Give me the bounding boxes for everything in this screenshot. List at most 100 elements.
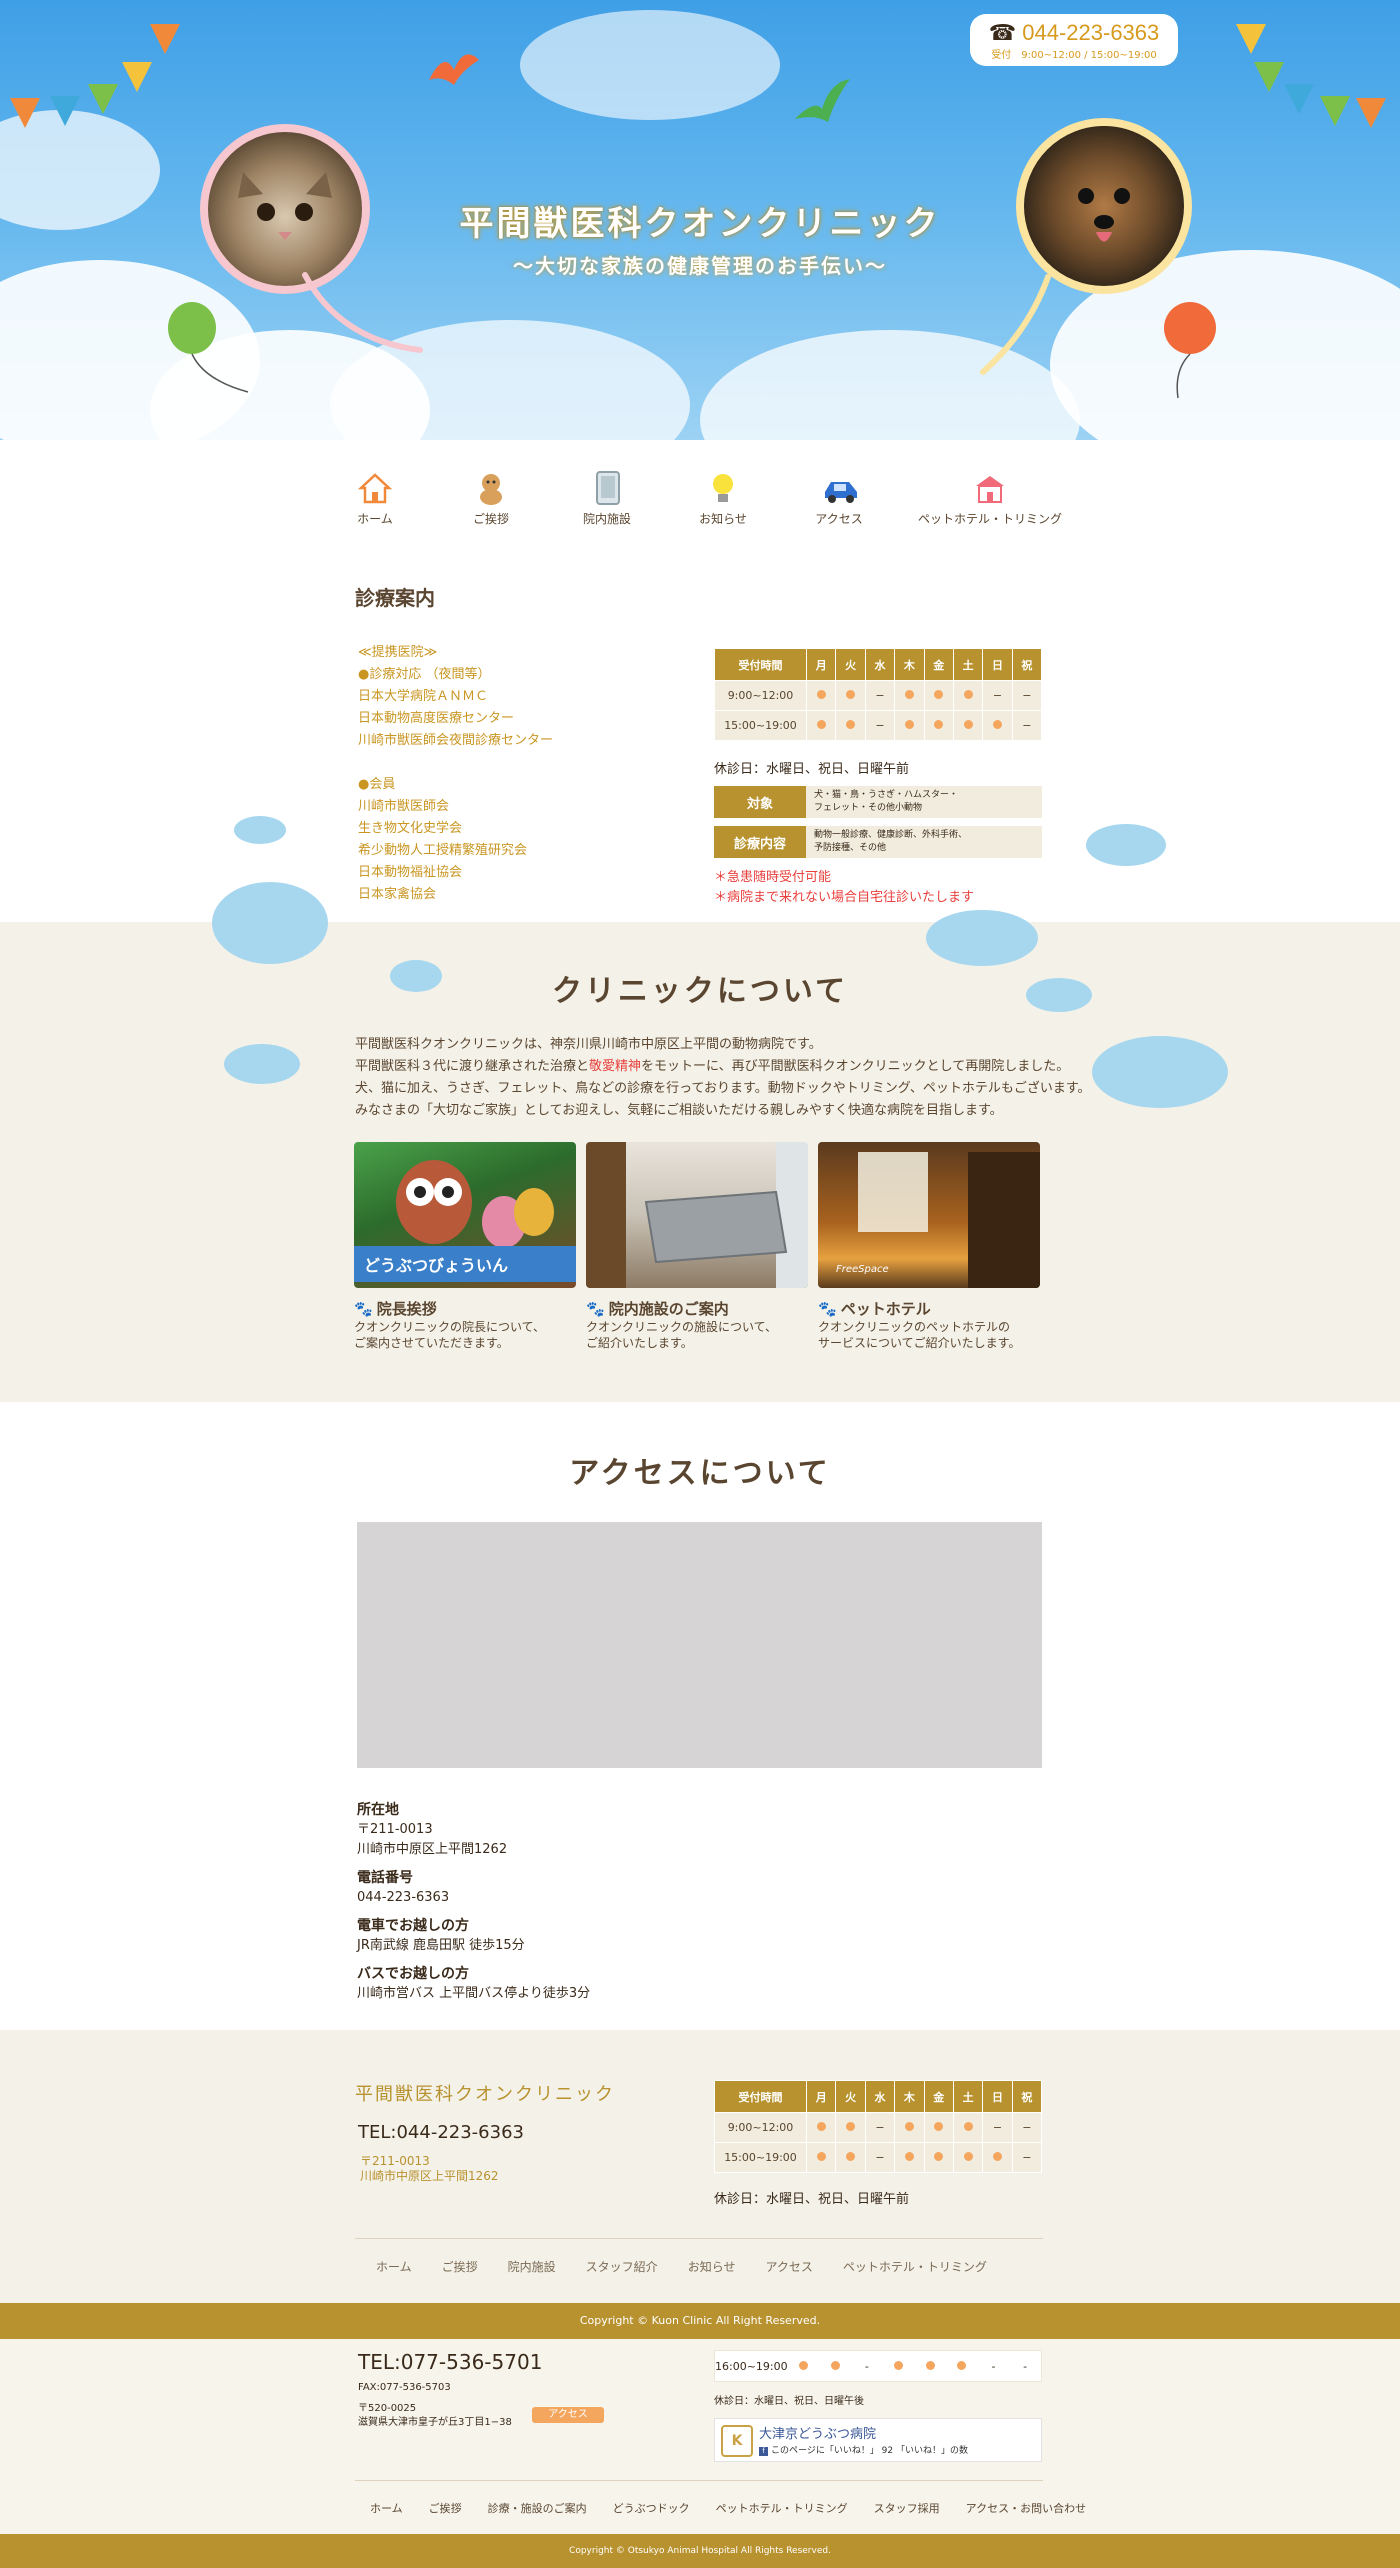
bunting-flag [88,84,118,114]
card-facility[interactable]: 🐾 院内施設のご案内 クオンクリニックの施設について、 ご紹介いたします。 [586,1142,808,1351]
open-dot [963,690,973,699]
open-dot [992,720,1002,729]
schedule-header-day: 水 [864,648,896,681]
target-value-line: フェレット・その他小動物 [814,803,923,813]
nav-label: お知らせ [699,512,747,526]
footer-link[interactable]: お知らせ [688,2258,736,2275]
open-dot [904,2152,914,2161]
nav-label: 院内施設 [582,512,631,526]
footer2-schedule-cell [946,2360,978,2373]
footer-address: 〒211-0013 川崎市中原区上平間1262 [360,2154,499,2183]
open-dot [816,2152,826,2161]
footer2-link[interactable]: スタッフ採用 [874,2500,940,2516]
partner-item: 日本動物高度医療センター [358,711,515,726]
site-subtitle: 〜大切な家族の健康管理のお手伝い〜 [513,254,887,278]
pet-hotel-image[interactable]: FreeSpace [818,1142,1040,1288]
nav-item-access[interactable]: アクセス [784,470,894,530]
schedule-cell [894,680,925,711]
header-phone-box[interactable]: ☎ 044-223-6363 受付 9:00~12:00 / 15:00~19:… [970,14,1178,66]
schedule-header-day: 土 [952,648,984,681]
schedule-time: 9:00~12:00 [714,2112,807,2143]
partner-item: 日本家禽協会 [358,887,437,902]
facebook-like-count: f このページに「いいね！」 92 「いいね！」の数 [759,2443,968,2456]
open-dot [934,2152,944,2161]
facebook-widget[interactable]: K 大津京どうぶつ病院 f このページに「いいね！」 92 「いいね！」の数 [714,2418,1042,2462]
footer2-address: 〒520-0025 滋賀県大津市皇子が丘3丁目1−38 [358,2403,512,2428]
schedule-cell [835,2142,866,2173]
map-embed[interactable] [357,1522,1042,1768]
footer2-link[interactable]: アクセス・お問い合わせ [966,2500,1086,2516]
card-desc: クオンクリニックの施設について、 ご紹介いたします。 [586,1320,778,1350]
nav-item-pet-hotel[interactable]: ペットホテル・トリミング [900,470,1080,530]
open-dot [957,2360,967,2370]
nav-item-home[interactable]: ホーム [320,470,430,530]
bus-text: 川崎市営バス 上平間バス停より徒歩3分 [357,1986,591,2001]
footer2-link[interactable]: 診療・施設のご案内 [488,2500,587,2516]
open-dot [816,690,826,699]
footer-link[interactable]: スタッフ紹介 [586,2258,658,2275]
partner-item: 生き物文化史学会 [358,821,463,836]
open-dot [934,720,944,729]
partner-list: ≪提携医院≫ ●診療対応 （夜間等） 日本大学病院ＡＮＭＣ 日本動物高度医療セン… [358,642,553,906]
footer2-link[interactable]: ホーム [370,2500,403,2516]
exam-room-image[interactable] [586,1142,808,1288]
owl-sign-image[interactable]: どうぶつびょういん [354,1142,576,1288]
bunting-flag [1284,84,1314,114]
footer2-schedule-cell: - [864,2359,869,2373]
footer2-schedule-cell [914,2360,946,2373]
footer-tel[interactable]: TEL:044-223-6363 [358,2122,524,2143]
schedule-header-day: 火 [835,648,866,681]
card-director-greeting[interactable]: どうぶつびょういん 🐾 院長挨拶 クオンクリニックの院長について、 ご案内させていた… [354,1142,576,1351]
content-row: 診療内容 動物一般診療、健康診断、外科手術、 予防接種、その他 [714,826,1042,858]
site-title: 平間獣医科クオンクリニック [459,204,941,244]
footer-link[interactable]: ご挨拶 [442,2258,478,2275]
schedule-time: 15:00~19:00 [714,2142,807,2173]
header-phone-number[interactable]: 044-223-6363 [1022,20,1159,45]
bunting-flag [50,96,80,126]
open-dot [934,2122,944,2131]
paw-icon: 🐾 [818,1300,837,1318]
partner-item: 希少動物人工授精繁殖研究会 [358,843,528,858]
footer2-access-button[interactable]: アクセス [532,2407,604,2423]
content-value-line: 動物一般診療、健康診断、外科手術、 [814,830,968,840]
schedule-cell [923,2112,954,2143]
footer-link[interactable]: アクセス [765,2258,812,2275]
balloon-icon [168,302,249,393]
nav-item-facility[interactable]: 院内施設 [552,470,662,530]
phone-text: 044-223-6363 [357,1890,450,1905]
open-dot [963,720,973,729]
footer2-link[interactable]: どうぶつドック [613,2500,690,2516]
card-pet-hotel[interactable]: FreeSpace 🐾 ペットホテル クオンクリニックのペットホテルの サービスにつ… [818,1142,1040,1351]
schedule-cell [835,680,866,711]
nav-item-greeting[interactable]: ご挨拶 [436,470,546,530]
closed-days: 休診日：水曜日、祝日、日曜午前 [714,762,910,777]
nav-item-news[interactable]: お知らせ [668,470,778,530]
bunting-flag [122,62,152,92]
footer-link[interactable]: ホーム [376,2258,412,2275]
schedule-header-day: 金 [923,2080,954,2113]
house-icon [357,470,393,506]
open-dot [846,690,856,699]
card-desc: クオンクリニックのペットホテルの サービスについてご紹介いたします。 [818,1320,1021,1350]
schedule-header-day: 祝 [1011,648,1043,681]
schedule-cell [835,710,866,741]
phone-label: 電話番号 [357,1870,413,1886]
footer-link[interactable]: ペットホテル・トリミング [843,2258,987,2275]
schedule-header-day: 火 [835,2080,866,2113]
address-label: 所在地 [357,1802,399,1818]
footer2-link[interactable]: ペットホテル・トリミング [716,2500,848,2516]
main-nav: ホーム ご挨拶 院内施設 お知らせ アクセス ペットホテル・トリミング [320,470,1080,530]
footer2-link[interactable]: ご挨拶 [429,2500,462,2516]
schedule-cell [805,710,837,741]
train-label: 電車でお越しの方 [357,1918,469,1934]
schedule-row: 9:00~12:00− − − [714,680,1043,711]
footer-link[interactable]: 院内施設 [508,2258,556,2275]
partner-item: 川崎市獣医師会 [358,799,450,814]
footer2-tel[interactable]: TEL:077-536-5701 [358,2350,542,2374]
guide-title: 診療案内 [355,586,435,610]
target-value-line: 犬・猫・鳥・うさぎ・ハムスター・ [814,790,959,800]
facebook-page-name[interactable]: 大津京どうぶつ病院 [759,2423,876,2442]
nav-label: ご挨拶 [472,512,509,526]
schedule-cell [952,710,984,741]
footer-closed-days: 休診日：水曜日、祝日、日曜午前 [714,2192,910,2207]
